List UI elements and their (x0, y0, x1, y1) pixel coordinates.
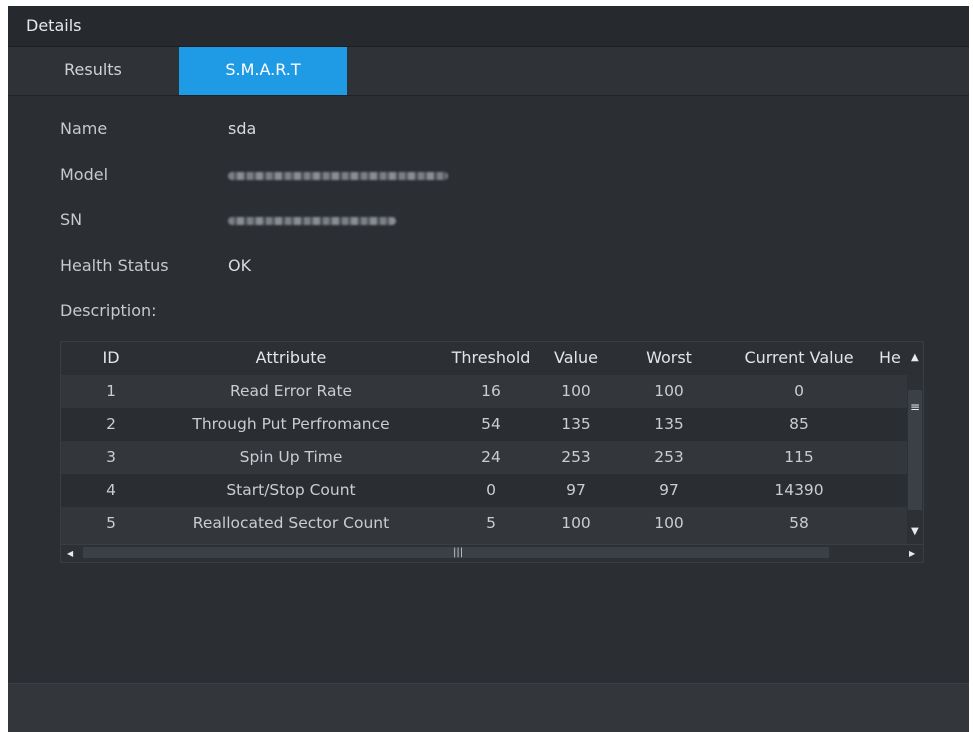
tab-bar: Results S.M.A.R.T (8, 47, 969, 96)
sn-label: SN (60, 210, 83, 229)
grip-icon: ||| (453, 547, 464, 558)
column-header-threshold[interactable]: Threshold (441, 348, 541, 367)
cell-value: 100 (561, 514, 591, 532)
scroll-down-icon[interactable]: ▼ (911, 527, 919, 537)
cell-attribute: Through Put Perfromance (192, 415, 390, 433)
footer-bar (8, 683, 969, 732)
health-status-label: Health Status (60, 256, 169, 275)
sn-value-redacted (228, 217, 396, 225)
scroll-up-icon[interactable]: ▲ (911, 353, 919, 363)
name-label: Name (60, 119, 108, 138)
window-title: Details (26, 16, 82, 35)
scroll-right-icon[interactable]: ▶ (909, 549, 915, 559)
scroll-left-icon[interactable]: ◀ (67, 549, 73, 559)
cell-attribute: Spin Up Time (239, 448, 343, 466)
table-row[interactable]: 3 Spin Up Time 24 253 253 115 (61, 441, 907, 474)
column-header-attribute[interactable]: Attribute (171, 348, 411, 367)
cell-threshold: 16 (481, 382, 501, 400)
cell-value: 97 (566, 481, 586, 499)
cell-id: 5 (106, 514, 116, 532)
title-bar: Details (8, 6, 969, 47)
tab-smart[interactable]: S.M.A.R.T (179, 47, 347, 95)
table-header: ID Attribute Threshold Value Worst Curre… (61, 342, 923, 375)
cell-attribute: Read Error Rate (229, 382, 353, 400)
cell-value: 135 (561, 415, 591, 433)
cell-worst: 97 (659, 481, 679, 499)
cell-current-value: 14390 (774, 481, 824, 499)
cell-threshold: 0 (486, 481, 496, 499)
cell-id: 2 (106, 415, 116, 433)
cell-value: 100 (561, 382, 591, 400)
cell-current-value: 85 (789, 415, 809, 433)
cell-current-value: 0 (794, 382, 804, 400)
column-header-health[interactable]: He (879, 348, 905, 367)
cell-attribute: Start/Stop Count (226, 481, 356, 499)
cell-value: 253 (561, 448, 591, 466)
table-row[interactable]: 5 Reallocated Sector Count 5 100 100 58 (61, 507, 907, 544)
cell-threshold: 5 (486, 514, 496, 532)
column-header-value[interactable]: Value (545, 348, 607, 367)
table-row[interactable]: 4 Start/Stop Count 0 97 97 14390 (61, 474, 907, 507)
name-value: sda (228, 119, 257, 138)
description-label: Description: (60, 301, 157, 320)
column-header-id[interactable]: ID (101, 348, 121, 367)
table-row[interactable]: 2 Through Put Perfromance 54 135 135 85 (61, 408, 907, 441)
model-label: Model (60, 165, 109, 184)
model-value-redacted (228, 172, 448, 180)
cell-worst: 100 (654, 514, 684, 532)
column-header-current-value[interactable]: Current Value (733, 348, 865, 367)
column-header-worst[interactable]: Worst (636, 348, 702, 367)
cell-current-value: 115 (784, 448, 814, 466)
cell-worst: 135 (654, 415, 684, 433)
smart-attributes-table: ID Attribute Threshold Value Worst Curre… (60, 341, 924, 563)
cell-id: 1 (106, 382, 116, 400)
cell-threshold: 24 (481, 448, 501, 466)
cell-worst: 100 (654, 382, 684, 400)
cell-current-value: 58 (789, 514, 809, 532)
cell-worst: 253 (654, 448, 684, 466)
health-status-value: OK (228, 256, 252, 275)
tab-results[interactable]: Results (38, 47, 148, 95)
cell-id: 4 (106, 481, 116, 499)
details-window: Details Results S.M.A.R.T Name sda Model… (8, 6, 969, 732)
cell-attribute: Reallocated Sector Count (192, 514, 390, 532)
cell-threshold: 54 (481, 415, 501, 433)
table-row[interactable]: 1 Read Error Rate 16 100 100 0 (61, 375, 907, 408)
cell-id: 3 (106, 448, 116, 466)
grip-icon: ≡ (910, 400, 921, 414)
